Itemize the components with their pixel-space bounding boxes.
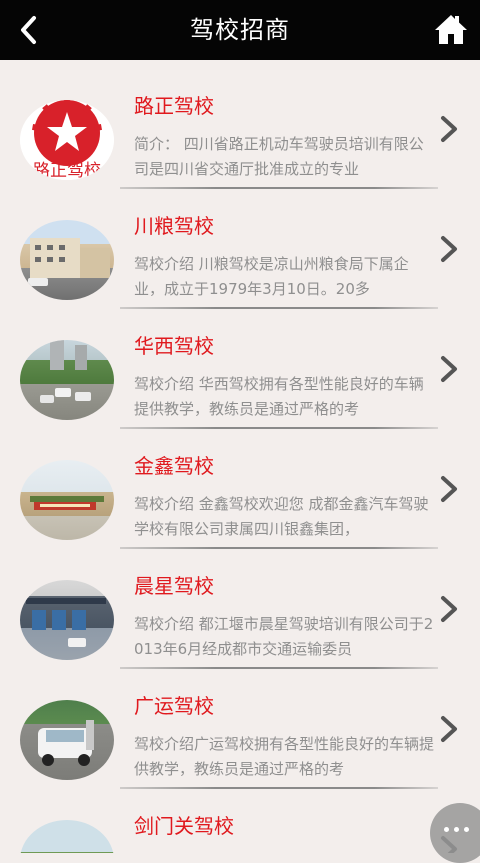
- school-list: 路正驾校 路正驾校 简介： 四川省路正机动车驾驶员培训有限公司是四川省交通厅批准…: [0, 60, 480, 853]
- school-name: 华西驾校: [134, 334, 214, 358]
- more-icon-dot: [464, 827, 469, 832]
- school-desc: 驾校介绍广运驾校拥有各型性能良好的车辆提供教学，教练员是通过严格的考: [134, 735, 434, 778]
- top-bar: 驾校招商: [0, 0, 480, 60]
- home-icon: [435, 15, 467, 44]
- page-title: 驾校招商: [190, 16, 290, 44]
- more-icon: [444, 827, 449, 832]
- list-item[interactable]: 广运驾校 驾校介绍广运驾校拥有各型性能良好的车辆提供教学，教练员是通过严格的考: [0, 660, 480, 789]
- more-button[interactable]: [430, 803, 480, 863]
- chevron-right-icon: [441, 716, 457, 742]
- school-name: 川粮驾校: [134, 214, 214, 238]
- school-desc: 驾校介绍 金鑫驾校欢迎您 成都金鑫汽车驾驶学校有限公司隶属四川银鑫集团，: [134, 495, 429, 538]
- list-item[interactable]: 华西驾校 驾校介绍 华西驾校拥有各型性能良好的车辆提供教学，教练员是通过严格的考: [0, 300, 480, 429]
- school-desc: 驾校介绍 川粮驾校是凉山州粮食局下属企业，成立于1979年3月10日。20多: [134, 255, 409, 298]
- school-desc: 驾校介绍 都江堰市晨星驾驶培训有限公司于2013年6月经成都市交通运输委员: [134, 615, 434, 658]
- chevron-right-icon: [441, 236, 457, 262]
- school-name: 金鑫驾校: [134, 454, 214, 478]
- chevron-right-icon: [441, 596, 457, 622]
- school-photo: [20, 700, 114, 780]
- home-button[interactable]: [434, 12, 468, 46]
- school-name: 路正驾校: [134, 94, 214, 118]
- list-item[interactable]: 路正驾校 路正驾校 简介： 四川省路正机动车驾驶员培训有限公司是四川省交通厅批准…: [0, 60, 480, 189]
- list-item[interactable]: 剑门关驾校: [0, 780, 480, 853]
- list-item[interactable]: 川粮驾校 驾校介绍 川粮驾校是凉山州粮食局下属企业，成立于1979年3月10日。…: [0, 180, 480, 309]
- school-desc: 驾校介绍 华西驾校拥有各型性能良好的车辆提供教学，教练员是通过严格的考: [134, 375, 424, 418]
- school-desc: 简介： 四川省路正机动车驾驶员培训有限公司是四川省交通厅批准成立的专业: [134, 135, 424, 178]
- school-photo: [20, 340, 114, 420]
- school-photo: [20, 580, 114, 660]
- school-name: 晨星驾校: [134, 574, 214, 598]
- school-name: 广运驾校: [134, 694, 214, 718]
- school-photo: [20, 220, 114, 300]
- chevron-right-icon: [441, 476, 457, 502]
- list-item[interactable]: 晨星驾校 驾校介绍 都江堰市晨星驾驶培训有限公司于2013年6月经成都市交通运输…: [0, 540, 480, 669]
- more-icon-dot: [454, 827, 459, 832]
- chevron-right-icon: [441, 116, 457, 142]
- list-item[interactable]: 金鑫驾校 驾校介绍 金鑫驾校欢迎您 成都金鑫汽车驾驶学校有限公司隶属四川银鑫集团…: [0, 420, 480, 549]
- chevron-right-icon: [441, 356, 457, 382]
- logo-text: 路正驾校: [33, 161, 101, 180]
- school-logo: 路正驾校: [20, 100, 114, 180]
- school-name: 剑门关驾校: [134, 814, 234, 838]
- school-photo: [20, 820, 114, 853]
- school-photo: [20, 460, 114, 540]
